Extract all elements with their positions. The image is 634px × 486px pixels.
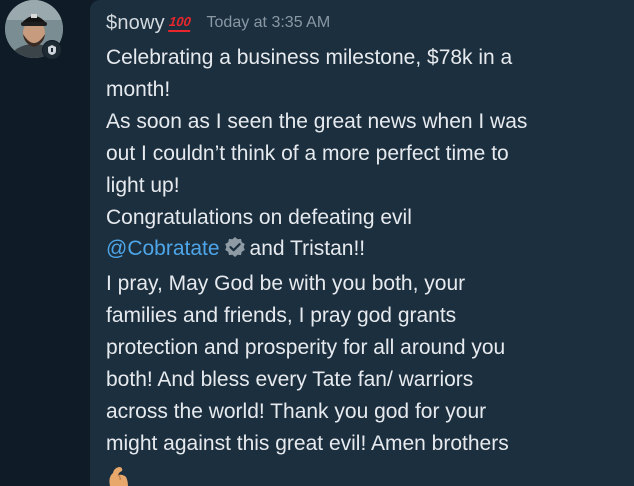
- muscle-emoji-icon: [106, 465, 132, 486]
- message-line-mention: @Cobratate and Tristan!!: [106, 233, 626, 268]
- message-bubble: $nowy 100 Today at 3:35 AM Celebrating a…: [90, 0, 634, 486]
- message-line: Celebrating a business milestone, $78k i…: [106, 46, 513, 69]
- mention-link[interactable]: @Cobratate: [106, 237, 220, 260]
- hundred-points-emoji-icon: 100: [167, 14, 192, 32]
- message-line: out I couldn’t think of a more perfect t…: [106, 141, 509, 165]
- message-header: $nowy 100 Today at 3:35 AM: [106, 8, 330, 38]
- message-line: light up!: [106, 173, 180, 197]
- message-line: protection and prosperity for all around…: [106, 336, 506, 360]
- message-line: I pray, May God be with you both, your: [106, 272, 466, 296]
- message-line: Congratulations on defeating evil: [106, 205, 412, 229]
- avatar-column: [0, 0, 90, 486]
- message-body: Celebrating a business milestone, $78k i…: [106, 42, 626, 460]
- message-line: across the world! Thank you god for your: [106, 399, 487, 423]
- username[interactable]: $nowy: [106, 12, 165, 35]
- verified-badge-icon: [224, 236, 246, 268]
- timestamp: Today at 3:35 AM: [206, 14, 331, 31]
- message-line-rest: and Tristan!!: [249, 237, 366, 261]
- rank-badge-icon: [42, 40, 62, 60]
- message-line: both! And bless every Tate fan/ warriors: [106, 368, 474, 392]
- message-view: $nowy 100 Today at 3:35 AM Celebrating a…: [0, 0, 634, 486]
- message-line: might against this great evil! Amen brot…: [106, 431, 509, 455]
- message-line: As soon as I seen the great news when I …: [106, 109, 528, 133]
- message-line: month!: [106, 77, 171, 101]
- message-line: families and friends, I pray god grants: [106, 304, 457, 328]
